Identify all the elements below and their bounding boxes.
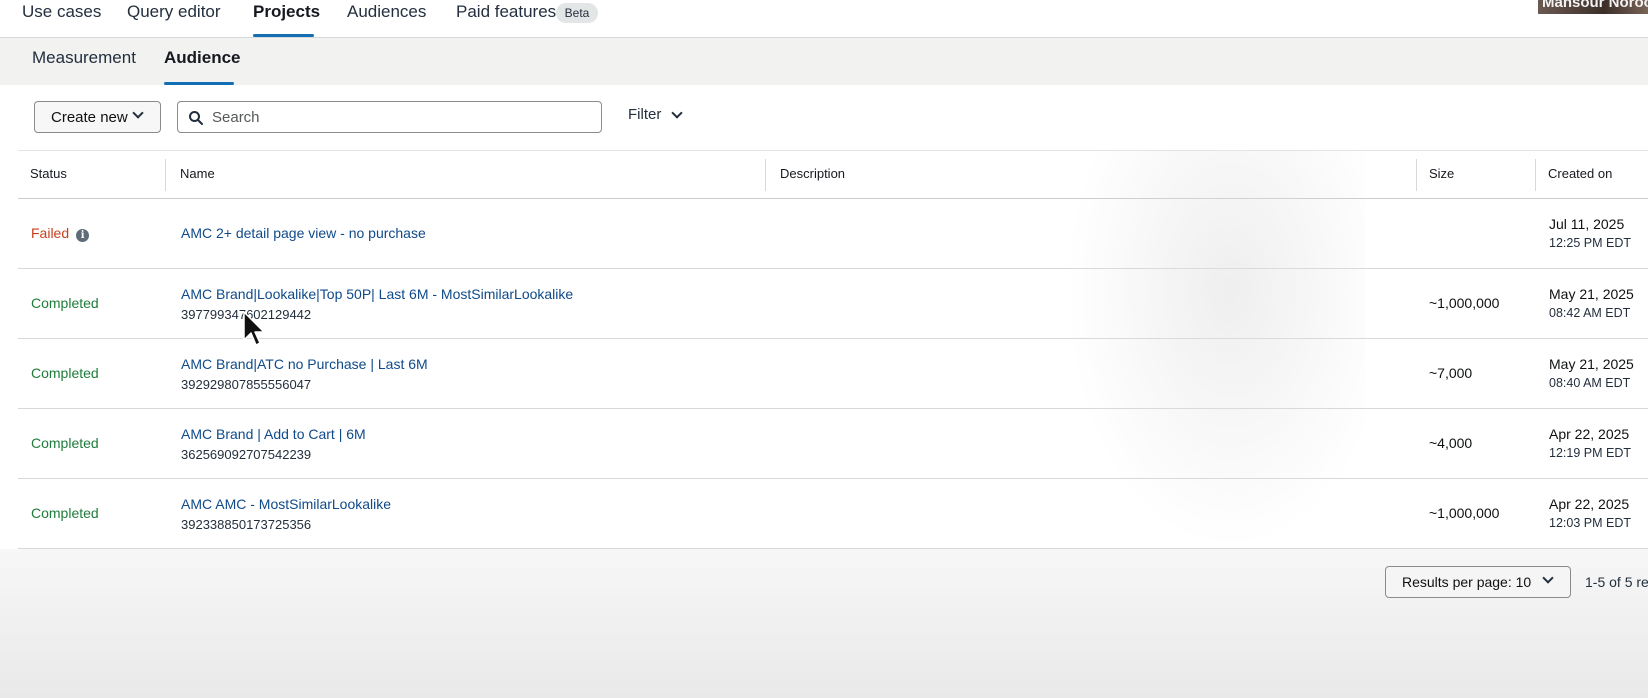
tab-audience[interactable]: Audience: [164, 48, 241, 85]
chevron-down-icon: [671, 107, 683, 119]
mouse-pointer-icon: [243, 311, 265, 346]
audience-name-link[interactable]: AMC Brand|Lookalike|Top 50P| Last 6M - M…: [181, 286, 573, 302]
tab-measurement[interactable]: Measurement: [32, 48, 136, 85]
created-time: 08:42 AM EDT: [1549, 306, 1631, 320]
results-per-page-select[interactable]: Results per page: 10: [1385, 566, 1571, 598]
tab-audiences[interactable]: Audiences: [347, 0, 426, 38]
tab-projects[interactable]: Projects: [253, 0, 320, 38]
search-icon: [189, 111, 203, 125]
info-icon[interactable]: i: [76, 229, 90, 242]
status-cell: Failed i: [31, 225, 90, 242]
user-profile[interactable]: Mansour Noroo: [1538, 0, 1648, 14]
results-count: 1-5 of 5 re: [1585, 574, 1648, 590]
column-header-status[interactable]: Status: [30, 166, 67, 181]
status-text: Completed: [31, 435, 99, 451]
column-header-description[interactable]: Description: [780, 166, 845, 181]
table-row: Completed AMC Brand | Add to Cart | 6M 3…: [18, 409, 1648, 479]
beta-badge: Beta: [556, 3, 598, 23]
chevron-down-icon: [132, 107, 144, 119]
status-text: Completed: [31, 295, 99, 311]
table-row: Completed AMC AMC - MostSimilarLookalike…: [18, 479, 1648, 549]
filter-button[interactable]: Filter: [628, 106, 683, 128]
column-divider[interactable]: [165, 159, 166, 191]
tab-paid-features[interactable]: Paid features: [456, 0, 556, 38]
sub-nav: Measurement Audience: [0, 38, 1648, 85]
status-text: Completed: [31, 365, 99, 381]
create-new-label: Create new: [51, 108, 128, 126]
table-header: Status Name Description Size Created on: [18, 150, 1648, 199]
audience-name-link[interactable]: AMC AMC - MostSimilarLookalike: [181, 496, 391, 512]
audience-id: 392338850173725356: [181, 517, 312, 532]
created-time: 12:03 PM EDT: [1549, 516, 1631, 530]
created-date: May 21, 2025: [1549, 356, 1634, 372]
created-time: 12:25 PM EDT: [1549, 236, 1631, 250]
created-time: 08:40 AM EDT: [1549, 376, 1631, 390]
audience-id: 392929807855556047: [181, 377, 312, 392]
column-header-name[interactable]: Name: [180, 166, 215, 181]
audience-id: 362569092707542239: [181, 447, 312, 462]
column-header-created-on[interactable]: Created on: [1548, 166, 1612, 181]
column-header-size[interactable]: Size: [1429, 166, 1454, 181]
created-date: Apr 22, 2025: [1549, 426, 1630, 442]
create-new-button[interactable]: Create new: [34, 101, 161, 133]
column-divider[interactable]: [765, 159, 766, 191]
top-nav: Use cases Query editor Projects Audience…: [0, 0, 1648, 38]
results-per-page-label: Results per page: 10: [1402, 574, 1532, 590]
size-cell: ~1,000,000: [1429, 295, 1500, 311]
tab-use-cases[interactable]: Use cases: [22, 0, 101, 38]
search-field[interactable]: [177, 101, 602, 133]
audience-name-link[interactable]: AMC 2+ detail page view - no purchase: [181, 225, 426, 241]
column-divider[interactable]: [1416, 159, 1417, 191]
size-cell: ~7,000: [1429, 365, 1473, 381]
audience-name-link[interactable]: AMC Brand|ATC no Purchase | Last 6M: [181, 356, 428, 372]
table-row: Completed AMC Brand|ATC no Purchase | La…: [18, 339, 1648, 409]
audience-name-link[interactable]: AMC Brand | Add to Cart | 6M: [181, 426, 366, 442]
created-date: Jul 11, 2025: [1549, 216, 1625, 232]
status-text: Failed: [31, 225, 70, 241]
filter-label: Filter: [628, 106, 662, 123]
search-input[interactable]: [212, 107, 592, 127]
tab-query-editor[interactable]: Query editor: [127, 0, 221, 38]
size-cell: ~1,000,000: [1429, 505, 1500, 521]
created-date: Apr 22, 2025: [1549, 496, 1630, 512]
created-time: 12:19 PM EDT: [1549, 446, 1631, 460]
chevron-down-icon: [1542, 572, 1554, 584]
table-row: Failed i AMC 2+ detail page view - no pur…: [18, 199, 1648, 269]
column-divider[interactable]: [1535, 159, 1536, 191]
size-cell: ~4,000: [1429, 435, 1473, 451]
status-text: Completed: [31, 505, 99, 521]
created-date: May 21, 2025: [1549, 286, 1634, 302]
